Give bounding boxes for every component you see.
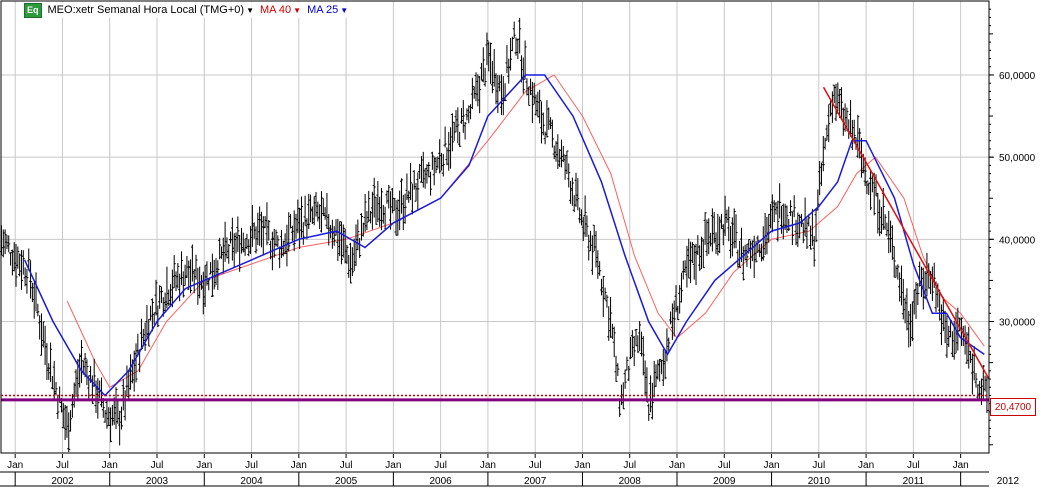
legend-ma25-caret-icon[interactable]: ▼ (340, 6, 348, 15)
x-year-label: 2006 (430, 476, 453, 487)
x-year-label: 2009 (713, 476, 736, 487)
x-month-label: Jul (623, 460, 636, 471)
x-year-label: 2010 (808, 476, 831, 487)
legend-symbol-caret-icon[interactable]: ▼ (246, 6, 254, 15)
x-month-label: Jul (718, 460, 731, 471)
x-month-label: Jul (812, 460, 825, 471)
x-year-label: 2005 (335, 476, 358, 487)
last-price-tag: 20,4700 (990, 398, 1036, 416)
x-month-label: Jul (245, 460, 258, 471)
x-month-label: Jan (196, 460, 212, 471)
equity-icon[interactable]: Eq (24, 2, 42, 18)
legend-symbol-label: MEO:xetr Semanal Hora Local (TMG+0) (47, 4, 245, 16)
x-month-label: Jan (480, 460, 496, 471)
x-year-label: 2012 (997, 476, 1020, 487)
chart-legend: Eq MEO:xetr Semanal Hora Local (TMG+0) ▼… (24, 2, 353, 18)
y-tick-label: 30,0000 (999, 318, 1036, 329)
legend-symbol[interactable]: MEO:xetr Semanal Hora Local (TMG+0) ▼ (48, 4, 254, 16)
x-month-label: Jul (151, 460, 164, 471)
x-month-label: Jul (56, 460, 69, 471)
x-month-label: Jan (763, 460, 779, 471)
legend-ma25[interactable]: MA 25 ▼ (307, 4, 348, 16)
legend-ma40-caret-icon[interactable]: ▼ (293, 6, 301, 15)
x-month-label: Jan (7, 460, 23, 471)
x-month-label: Jan (953, 460, 969, 471)
x-month-label: Jan (385, 460, 401, 471)
x-month-label: Jan (858, 460, 874, 471)
y-tick-label: 60,0000 (999, 71, 1036, 82)
x-month-label: Jul (434, 460, 447, 471)
x-year-label: 2007 (524, 476, 547, 487)
y-tick-label: 50,0000 (999, 153, 1036, 164)
x-axis: Jan Jul Jan Jul Jan Jul Jan Jul Jan Jul Jan Jul Jan J… (0, 454, 1019, 487)
x-month-label: Jan (102, 460, 118, 471)
x-month-label: Jul (907, 460, 920, 471)
x-year-label: 2011 (903, 476, 925, 487)
x-month-label: Jul (529, 460, 542, 471)
y-tick-label: 40,0000 (999, 235, 1036, 246)
legend-ma25-label: MA 25 (307, 4, 339, 16)
x-month-label: Jan (291, 460, 307, 471)
legend-ma40-label: MA 40 (259, 4, 292, 16)
x-month-label: Jan (669, 460, 685, 471)
x-year-label: 2002 (51, 476, 74, 487)
x-year-label: 2004 (240, 476, 263, 487)
last-price-label: 20,4700 (994, 401, 1032, 413)
x-year-label: 2008 (619, 476, 642, 487)
x-year-label: 2003 (146, 476, 169, 487)
price-chart: 30,0000 40,0000 50,0000 60,0000 Jan Jul Jan Ju… (0, 0, 1043, 487)
x-month-label: Jul (340, 460, 353, 471)
chart-frame: 30,0000 40,0000 50,0000 60,0000 Jan Jul Jan Ju… (0, 0, 1043, 487)
x-month-label: Jan (574, 460, 590, 471)
legend-ma40[interactable]: MA 40 ▼ (260, 4, 301, 16)
